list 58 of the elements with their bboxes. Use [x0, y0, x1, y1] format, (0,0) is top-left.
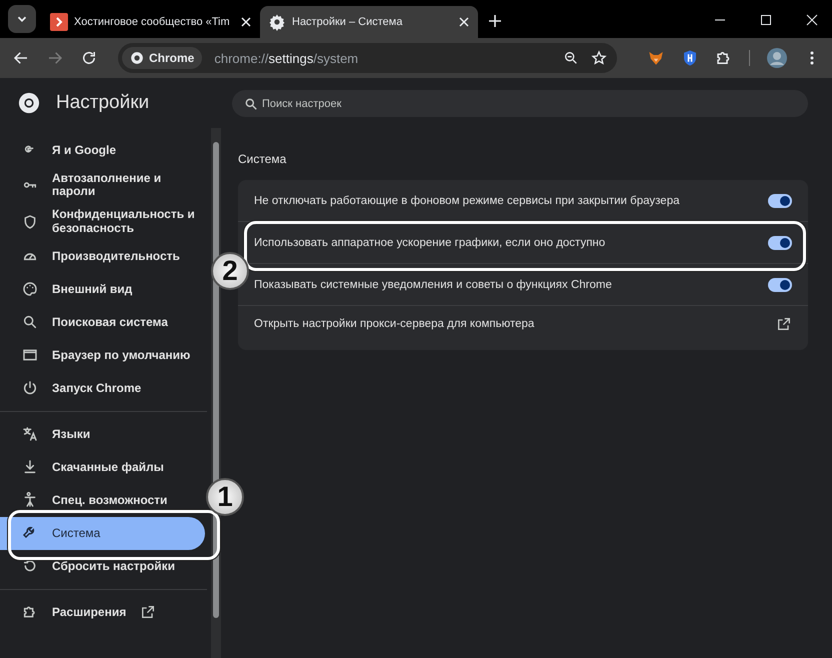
menu-item-icon	[22, 214, 38, 230]
tab-title: Хостинговое сообщество «Tim	[74, 16, 231, 28]
close-icon[interactable]	[458, 16, 470, 28]
external-link-icon[interactable]	[776, 316, 792, 332]
address-bar[interactable]: Chrome chrome://settings/system	[118, 43, 617, 73]
sidebar-item[interactable]: Скачанные файлы	[0, 450, 205, 484]
sidebar-item[interactable]: Запуск Chrome	[0, 372, 205, 405]
sidebar-item[interactable]: Конфиденциальность и безопасность	[0, 203, 205, 240]
browser-logo-icon	[130, 51, 144, 65]
search-field[interactable]: Поиск настроек	[232, 90, 808, 117]
sidebar-item[interactable]: Система	[0, 516, 205, 550]
browser-tab[interactable]: Хостинговое сообщество «Tim	[42, 6, 260, 38]
sidebar-item[interactable]: Я и Google	[0, 134, 205, 167]
site-chip[interactable]: Chrome	[122, 47, 202, 69]
menu-item-icon	[22, 281, 38, 298]
toggle-switch[interactable]	[768, 194, 792, 208]
zoom-out-icon[interactable]	[563, 50, 579, 66]
callout-number: 1	[206, 478, 244, 516]
toggle-switch[interactable]	[768, 236, 792, 250]
sidebar-item[interactable]: Производительность	[0, 240, 205, 273]
menu-item-icon	[22, 347, 38, 364]
gear-icon	[268, 13, 286, 31]
sidebar-item[interactable]: Браузер по умолчанию	[0, 338, 205, 372]
setting-label: Открыть настройки прокси-сервера для компьютера	[254, 318, 534, 330]
section-title: Система	[238, 152, 288, 166]
menu-item-icon	[22, 492, 38, 508]
toggle-switch[interactable]	[768, 278, 792, 292]
new-tab-icon[interactable]	[488, 14, 502, 28]
maximize-icon[interactable]	[760, 14, 772, 26]
tab-search-button[interactable]	[8, 5, 36, 33]
setting-label: Показывать системные уведомления и советы о функциях Chrome	[254, 278, 612, 290]
sidebar-item[interactable]: Сбросить настройки	[0, 550, 205, 583]
avatar-icon[interactable]	[766, 47, 788, 69]
sidebar-item[interactable]: Автозаполнение и пароли	[0, 167, 205, 204]
menu-item-icon	[22, 459, 38, 476]
settings-title: Настройки	[56, 92, 150, 114]
menu-item-icon	[22, 314, 38, 330]
sidebar-item[interactable]: Языки	[0, 418, 205, 451]
sidebar-item[interactable]: Внешний вид	[0, 272, 205, 306]
close-icon[interactable]	[240, 16, 252, 28]
sidebar-item[interactable]: Поисковая система	[0, 306, 205, 339]
browser-tab[interactable]: Настройки – Система	[260, 6, 478, 38]
star-icon[interactable]	[591, 50, 607, 66]
sidebar-item[interactable]: Расширения	[0, 596, 205, 629]
setting-label: Использовать аппаратное ускорение графики, если оно доступно	[254, 236, 606, 248]
menu-item-icon	[22, 426, 38, 442]
menu-item-icon	[22, 380, 38, 396]
shield-extension-icon[interactable]	[681, 49, 699, 67]
url-text: chrome://settings/system	[214, 50, 360, 66]
tab-title: Настройки – Система	[292, 16, 404, 28]
search-icon	[244, 97, 258, 111]
external-link-icon	[140, 604, 156, 620]
setting-label: Не отключать работающие в фоновом режиме сервисы при закрытии браузера	[254, 194, 680, 206]
browser-logo-icon	[18, 92, 40, 114]
reload-icon[interactable]	[80, 49, 98, 67]
close-icon[interactable]	[806, 14, 818, 26]
site-favicon-icon	[50, 13, 68, 31]
sidebar-item[interactable]: Спец. возможности	[0, 484, 205, 517]
